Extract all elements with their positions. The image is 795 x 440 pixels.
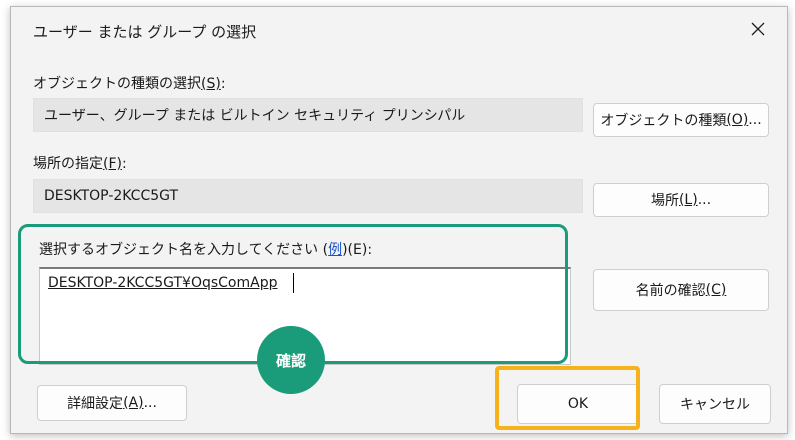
select-users-groups-dialog: ユーザー または グループ の選択 オブジェクトの種類の選択(S): ユーザー、… [10,6,788,434]
locations-button[interactable]: 場所 (L)... [593,183,769,217]
location-field: DESKTOP-2KCC5GT [33,179,583,213]
cancel-button[interactable]: キャンセル [659,384,771,424]
check-names-button[interactable]: 名前の確認 (C) [593,269,769,311]
close-icon [751,22,765,36]
ok-highlight-frame [495,366,640,430]
advanced-button[interactable]: 詳細設定 (A)... [37,385,187,421]
object-type-label: オブジェクトの種類の選択(S): [33,76,226,92]
object-types-button[interactable]: オブジェクトの種類 (O)... [593,103,769,137]
title-bar: ユーザー または グループ の選択 [11,7,787,51]
dialog-title: ユーザー または グループ の選択 [33,23,257,41]
location-label: 場所の指定(F): [33,156,127,172]
close-button[interactable] [743,15,773,43]
confirm-badge: 確認 [257,326,325,394]
object-type-field: ユーザー、グループ または ビルトイン セキュリティ プリンシパル [33,98,583,132]
